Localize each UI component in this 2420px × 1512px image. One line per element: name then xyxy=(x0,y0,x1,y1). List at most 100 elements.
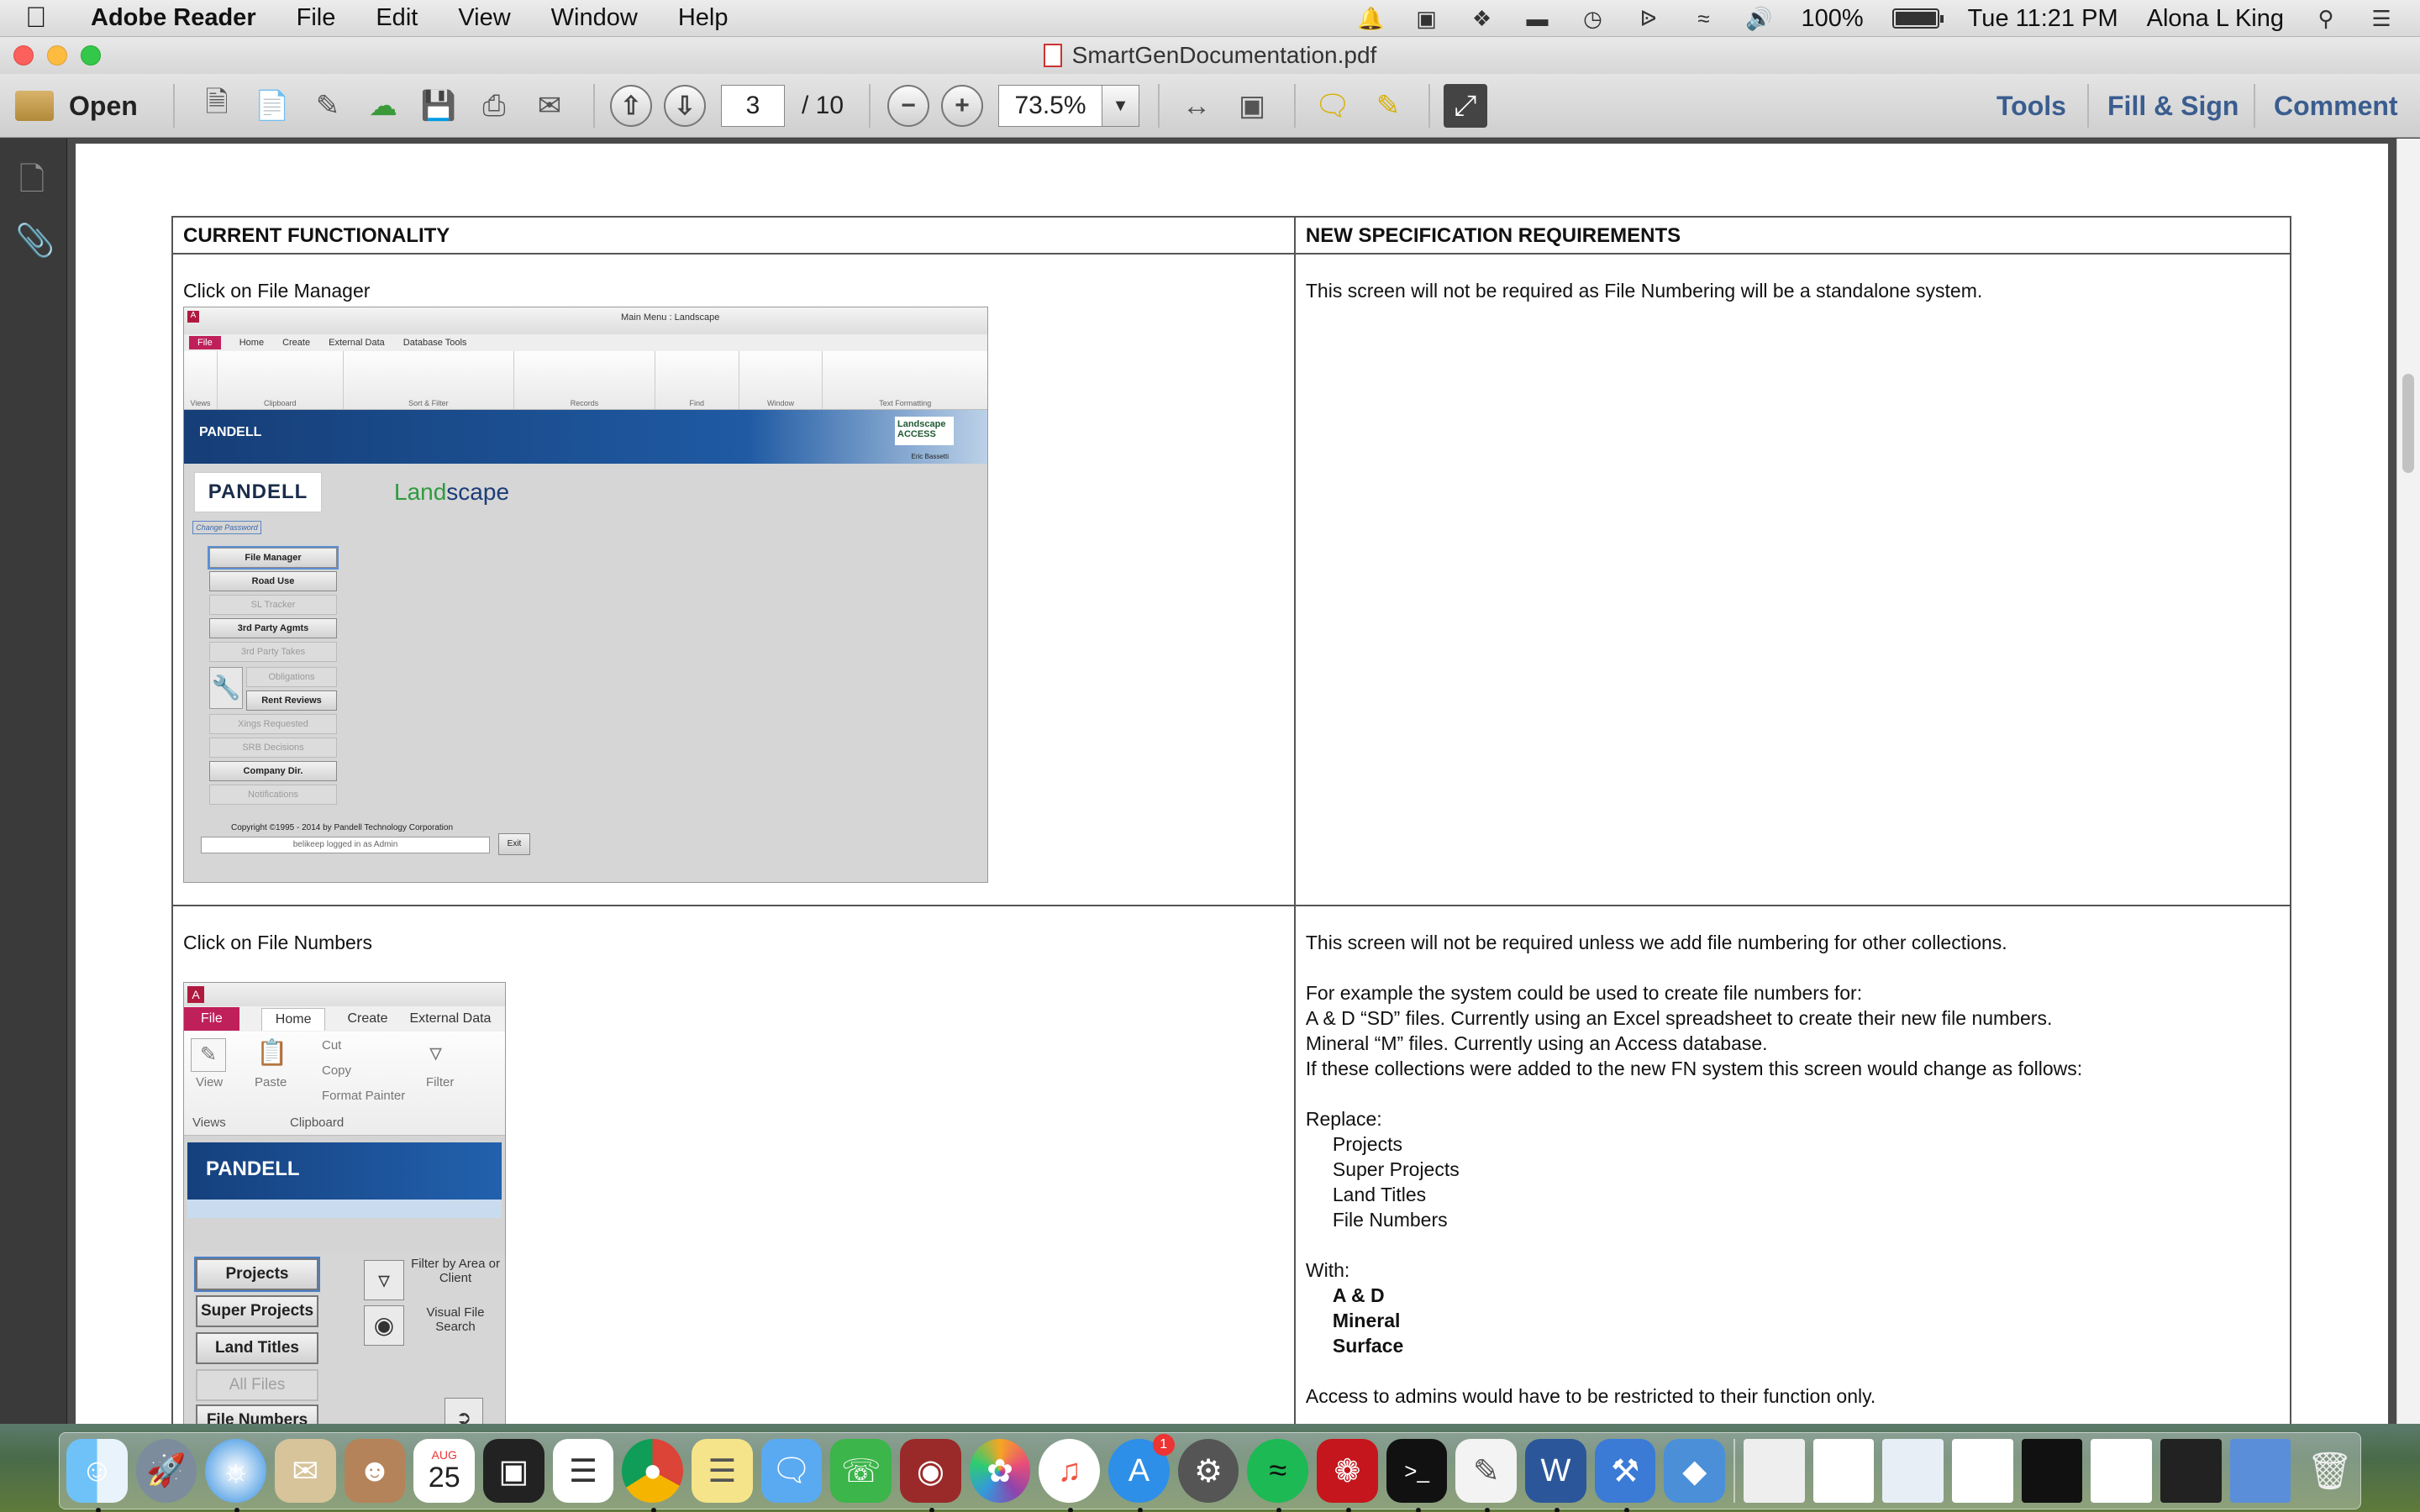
photos-icon[interactable]: ✿ xyxy=(969,1439,1031,1503)
adobe-reader-icon[interactable]: ❁ xyxy=(1317,1439,1378,1512)
edit-pdf-icon[interactable]: ✎ xyxy=(306,84,350,128)
export-pdf-icon[interactable]: 📄 xyxy=(250,84,294,128)
window-title: SmartGenDocumentation.pdf xyxy=(1071,42,1377,68)
notification-center-icon[interactable]: ☰ xyxy=(2368,6,2395,31)
ribbon-body: Views Clipboard Sort & Filter Records Fi… xyxy=(184,351,987,410)
fill-sign-button[interactable]: Fill & Sign xyxy=(2107,91,2238,122)
itunes-icon[interactable]: ♫ xyxy=(1039,1439,1101,1512)
spotify-icon[interactable]: ≈ xyxy=(1247,1439,1309,1512)
textedit-icon[interactable]: ✎ xyxy=(1455,1439,1518,1512)
next-page-button[interactable]: ⇩ xyxy=(664,85,706,127)
page-thumbnails-icon[interactable]: 🗋 xyxy=(15,155,49,197)
page-number-input[interactable]: 3 xyxy=(721,85,785,127)
highlight-text-icon[interactable]: ✎ xyxy=(1366,84,1410,128)
ribbon-body: ✎ View 📋 Paste Cut Copy Format Painter ▿… xyxy=(184,1032,505,1136)
mail-icon[interactable]: ✉ xyxy=(275,1439,336,1503)
notes-icon[interactable]: ☰ xyxy=(692,1439,753,1503)
bluetooth-icon[interactable]: ᐉ xyxy=(1635,6,1662,31)
battery-percent[interactable]: 100% xyxy=(1802,5,1864,33)
wordmark-scape: scape xyxy=(446,479,510,505)
fit-page-icon[interactable]: ▣ xyxy=(1230,84,1274,128)
shield-icon[interactable]: ▣ xyxy=(1413,6,1440,31)
document-stack-icon[interactable] xyxy=(1744,1439,1805,1503)
filter-by-area-label: Filter by Area or Client xyxy=(411,1257,500,1285)
facetime-icon[interactable]: ☏ xyxy=(830,1439,892,1503)
window-preview-icon[interactable] xyxy=(1952,1439,2013,1503)
document-view[interactable]: CURRENT FUNCTIONALITY NEW SPECIFICATION … xyxy=(67,139,2396,1424)
instruments-icon[interactable]: ◆ xyxy=(1664,1439,1726,1503)
safari-icon[interactable]: ☼ xyxy=(205,1439,267,1512)
system-preferences-icon[interactable]: ⚙ xyxy=(1177,1439,1239,1503)
battery-icon[interactable] xyxy=(1891,8,1944,29)
trash-icon[interactable]: 🗑 xyxy=(2299,1439,2360,1503)
document-preview-icon[interactable] xyxy=(1812,1439,1875,1503)
zoom-level-input[interactable]: 73.5% xyxy=(998,85,1102,127)
window-preview-icon[interactable] xyxy=(2160,1439,2222,1503)
photo-booth-icon[interactable]: ▣ xyxy=(483,1439,544,1503)
group-views: Views xyxy=(190,399,211,407)
login-status: belikeep logged in as Admin xyxy=(201,837,490,853)
menu-help[interactable]: Help xyxy=(678,4,729,32)
downloads-folder-icon[interactable] xyxy=(2229,1439,2291,1503)
word-icon[interactable]: W xyxy=(1525,1439,1586,1512)
view-icon: ✎ xyxy=(191,1038,226,1072)
ribbon-tab-home: Home xyxy=(260,1007,326,1031)
email-icon[interactable]: ✉ xyxy=(528,84,571,128)
vertical-scrollbar[interactable] xyxy=(2396,139,2420,1424)
photo-booth-2-icon[interactable]: ◉ xyxy=(900,1439,961,1512)
menu-view[interactable]: View xyxy=(458,4,510,32)
battery-status-icon[interactable]: ▬ xyxy=(1524,6,1551,31)
open-button[interactable]: Open xyxy=(15,74,138,138)
zoom-window-button[interactable] xyxy=(81,45,101,66)
terminal-icon[interactable]: >_ xyxy=(1386,1439,1448,1512)
app-store-icon[interactable]: A1 xyxy=(1108,1434,1175,1512)
pandell-logo: PANDELL xyxy=(194,472,322,512)
super-projects-button: Super Projects xyxy=(196,1295,318,1327)
spotlight-search-icon[interactable]: ⚲ xyxy=(2312,6,2339,31)
print-icon[interactable]: ⎙ xyxy=(472,84,516,128)
xcode-icon[interactable]: ⚒ xyxy=(1594,1439,1656,1512)
zoom-out-button[interactable]: − xyxy=(887,85,929,127)
group-clipboard: Clipboard xyxy=(264,399,297,407)
tools-button[interactable]: Tools xyxy=(1996,91,2066,122)
messages-icon[interactable]: 🗨 xyxy=(760,1439,823,1503)
apple-menu-icon[interactable]:  xyxy=(25,2,72,34)
clock[interactable]: Tue 11:21 PM xyxy=(1968,5,2118,33)
reminders-icon[interactable]: ☰ xyxy=(552,1439,614,1503)
contacts-icon[interactable]: ☻ xyxy=(344,1439,406,1503)
fullscreen-icon[interactable]: ⤢ xyxy=(1444,84,1487,128)
notification-bell-icon[interactable]: 🔔 xyxy=(1357,6,1384,31)
fit-width-icon[interactable]: ↔ xyxy=(1175,84,1218,128)
window-preview-icon[interactable] xyxy=(2091,1439,2153,1503)
screenshot-window-title: Main Menu : Landscape xyxy=(621,312,720,323)
scrollbar-thumb[interactable] xyxy=(2402,374,2414,473)
create-pdf-icon[interactable]: 🗎 xyxy=(195,84,239,128)
dropbox-icon[interactable]: ❖ xyxy=(1469,6,1496,31)
sticky-note-icon[interactable]: 🗨 xyxy=(1311,84,1355,128)
window-preview-icon[interactable] xyxy=(1882,1439,1944,1503)
menu-file[interactable]: File xyxy=(297,4,336,32)
volume-icon[interactable]: 🔊 xyxy=(1745,6,1772,31)
attachments-icon[interactable]: 📎 xyxy=(15,223,55,260)
minimize-window-button[interactable] xyxy=(47,45,67,66)
finder-icon[interactable]: ☺ xyxy=(66,1439,128,1512)
chrome-icon[interactable]: ● xyxy=(622,1439,684,1512)
zoom-dropdown-button[interactable]: ▼ xyxy=(1102,85,1139,127)
menu-edit[interactable]: Edit xyxy=(376,4,418,32)
zoom-in-button[interactable]: + xyxy=(941,85,983,127)
user-name[interactable]: Alona L King xyxy=(2147,5,2284,33)
close-window-button[interactable] xyxy=(13,45,34,66)
time-machine-icon[interactable]: ◷ xyxy=(1580,6,1607,31)
save-icon[interactable]: 💾 xyxy=(417,84,460,128)
app-menu[interactable]: Adobe Reader xyxy=(91,4,256,32)
menu-window[interactable]: Window xyxy=(551,4,638,32)
wifi-icon[interactable]: ≈ xyxy=(1691,6,1718,31)
previous-page-button[interactable]: ⇧ xyxy=(610,85,652,127)
window-preview-icon[interactable] xyxy=(2021,1439,2083,1503)
comment-button[interactable]: Comment xyxy=(2274,91,2398,122)
rent-reviews-button: Rent Reviews xyxy=(246,690,337,711)
all-files-button: All Files xyxy=(196,1369,318,1401)
calendar-icon[interactable]: AUG 25 xyxy=(413,1439,476,1503)
upload-cloud-icon[interactable]: ☁ xyxy=(361,84,405,128)
launchpad-icon[interactable]: 🚀 xyxy=(135,1439,197,1503)
